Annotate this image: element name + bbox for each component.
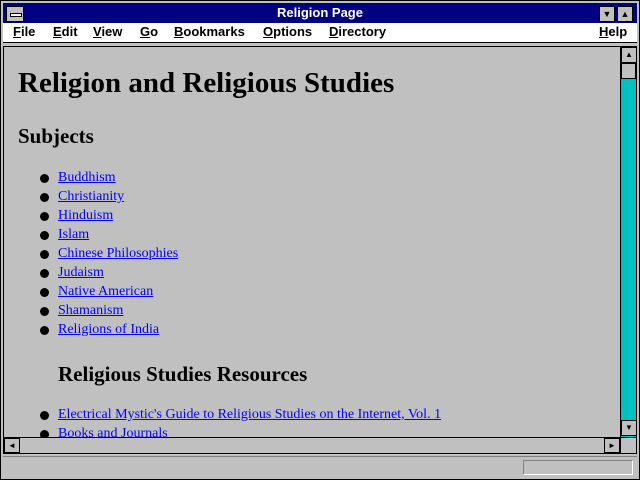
menu-bar: File Edit View Go Bookmarks Options Dire… <box>3 23 637 43</box>
menu-options[interactable]: Options <box>263 24 312 39</box>
page-title: Religion and Religious Studies <box>18 67 395 99</box>
link-judaism[interactable]: Judaism <box>58 265 104 281</box>
bullet-icon <box>40 250 49 259</box>
link-shamanism[interactable]: Shamanism <box>58 303 123 319</box>
bullet-icon <box>40 269 49 278</box>
page-content: Religion and Religious Studies Subjects … <box>6 49 618 437</box>
link-books-and-journals[interactable]: Books and Journals <box>58 426 168 437</box>
link-buddhism[interactable]: Buddhism <box>58 170 116 186</box>
bullet-icon <box>40 174 49 183</box>
window-title: Religion Page <box>277 5 363 20</box>
menu-file[interactable]: File <box>13 24 35 39</box>
bullet-icon <box>40 288 49 297</box>
scroll-right-icon: ► <box>608 441 616 450</box>
minimize-icon: ▼ <box>602 9 612 19</box>
browser-window: Religion Page ▼ ▲ File Edit View Go Book… <box>0 0 640 480</box>
link-religions-of-india[interactable]: Religions of India <box>58 322 159 338</box>
link-native-american[interactable]: Native American <box>58 284 153 300</box>
horizontal-scrollbar[interactable]: ◄ ► <box>4 437 620 453</box>
link-hinduism[interactable]: Hinduism <box>58 208 113 224</box>
status-progress-field <box>523 460 633 475</box>
menu-go[interactable]: Go <box>140 24 158 39</box>
menu-help[interactable]: Help <box>599 24 627 39</box>
menu-directory[interactable]: Directory <box>329 24 386 39</box>
menu-edit[interactable]: Edit <box>53 24 78 39</box>
bullet-icon <box>40 326 49 335</box>
maximize-button[interactable]: ▲ <box>617 6 633 22</box>
status-bar <box>3 456 637 478</box>
link-christianity[interactable]: Christianity <box>58 189 124 205</box>
bullet-icon <box>40 212 49 221</box>
scroll-left-button[interactable]: ◄ <box>4 438 20 453</box>
bullet-icon <box>40 411 49 420</box>
vertical-scroll-thumb[interactable] <box>621 63 636 79</box>
scrollbar-corner <box>620 437 636 453</box>
link-islam[interactable]: Islam <box>58 227 89 243</box>
bullet-icon <box>40 193 49 202</box>
resources-heading: Religious Studies Resources <box>58 362 308 386</box>
link-chinese-philosophies[interactable]: Chinese Philosophies <box>58 246 178 262</box>
bullet-icon <box>40 231 49 240</box>
maximize-icon: ▲ <box>620 9 630 19</box>
vertical-scrollbar[interactable]: ▲ ▼ <box>620 47 637 437</box>
menu-bookmarks[interactable]: Bookmarks <box>174 24 245 39</box>
scroll-up-button[interactable]: ▲ <box>621 47 637 63</box>
bullet-icon <box>40 430 49 437</box>
title-bar[interactable]: Religion Page ▼ ▲ <box>3 3 637 23</box>
scroll-down-icon: ▼ <box>625 423 633 432</box>
minimize-button[interactable]: ▼ <box>599 6 615 22</box>
content-frame: Religion and Religious Studies Subjects … <box>3 46 637 454</box>
scroll-left-icon: ◄ <box>8 441 16 450</box>
subjects-heading: Subjects <box>18 124 94 148</box>
bullet-icon <box>40 307 49 316</box>
scroll-up-icon: ▲ <box>625 50 633 59</box>
scroll-right-button[interactable]: ► <box>604 438 620 453</box>
menu-view[interactable]: View <box>93 24 122 39</box>
scroll-down-button[interactable]: ▼ <box>621 420 637 436</box>
link-electrical-mystics-guide[interactable]: Electrical Mystic's Guide to Religious S… <box>58 407 441 423</box>
